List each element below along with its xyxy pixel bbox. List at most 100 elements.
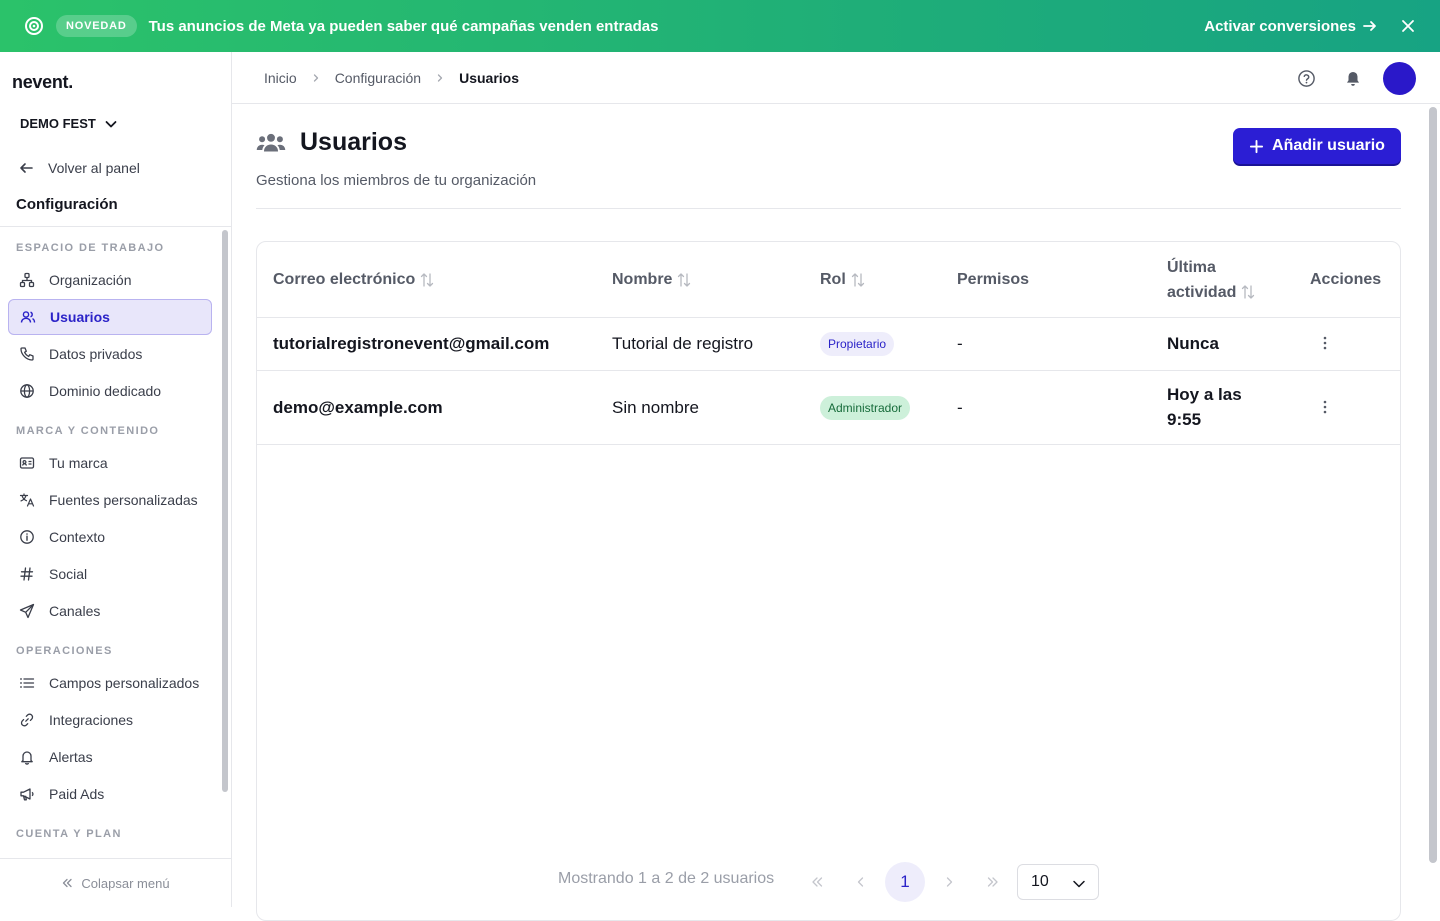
sidebar-item-brand[interactable]: Tu marca — [8, 445, 212, 481]
close-icon[interactable] — [1400, 18, 1416, 34]
next-page-button[interactable] — [929, 862, 969, 902]
new-badge: NOVEDAD — [56, 15, 137, 37]
sidebar-item-label: Tu marca — [49, 455, 108, 471]
sort-arrows-icon[interactable] — [851, 272, 865, 288]
column-header-permissions: Permisos — [957, 242, 1029, 317]
phone-icon — [19, 346, 49, 362]
breadcrumb-home[interactable]: Inicio — [264, 70, 297, 86]
chevron-right-icon — [942, 875, 956, 889]
sidebar-item-alerts[interactable]: Alertas — [8, 739, 212, 775]
column-header-role[interactable]: Rol — [820, 242, 865, 317]
section-label-brand: MARCA Y CONTENIDO — [16, 425, 160, 437]
page-button-current[interactable]: 1 — [885, 862, 925, 902]
arrow-left-icon — [18, 160, 48, 176]
collapse-menu-button[interactable]: Colapsar menú — [0, 858, 231, 907]
column-header-last-activity[interactable]: Última actividad — [1167, 242, 1255, 317]
arrow-right-icon — [1356, 18, 1378, 34]
section-label-operations: OPERACIONES — [16, 645, 113, 657]
globe-icon — [19, 383, 49, 399]
first-page-button[interactable] — [797, 862, 837, 902]
sort-arrows-icon[interactable] — [677, 272, 691, 288]
row-actions-button[interactable] — [1313, 395, 1337, 419]
kebab-icon — [1323, 400, 1327, 414]
info-icon — [19, 529, 49, 545]
users-table: Correo electrónico Nombre Rol Permisos Ú… — [256, 241, 1401, 921]
main-content: Usuarios Gestiona los miembros de tu org… — [232, 104, 1426, 921]
pagination: Mostrando 1 a 2 de 2 usuarios 1 10 — [257, 862, 1400, 902]
page-size-select[interactable]: 10 — [1017, 864, 1099, 900]
sidebar-item-organization[interactable]: Organización — [8, 262, 212, 298]
cta-label: Activar conversiones — [1204, 17, 1356, 35]
sidebar-title: Configuración — [16, 196, 118, 213]
back-to-dashboard-link[interactable]: Volver al panel — [18, 160, 140, 176]
chevrons-left-icon — [810, 875, 824, 889]
sidebar-item-label: Alertas — [49, 749, 93, 765]
sidebar-item-context[interactable]: Contexto — [8, 519, 212, 555]
sidebar-item-label: Usuarios — [50, 309, 110, 325]
sidebar-item-fonts[interactable]: Fuentes personalizadas — [8, 482, 212, 518]
page-scrollbar[interactable] — [1429, 107, 1437, 863]
header-divider — [256, 208, 1401, 209]
sidebar-item-private-data[interactable]: Datos privados — [8, 336, 212, 372]
header-label: Permisos — [957, 271, 1030, 288]
id-card-icon — [19, 455, 49, 471]
sidebar-item-label: Organización — [49, 272, 132, 288]
column-header-email[interactable]: Correo electrónico — [273, 242, 434, 317]
chevron-left-icon — [854, 875, 868, 889]
banner-message: Tus anuncios de Meta ya pueden saber qué… — [148, 17, 659, 35]
sidebar-item-label: Datos privados — [49, 346, 143, 362]
prev-page-button[interactable] — [841, 862, 881, 902]
chevron-right-icon — [435, 73, 445, 83]
org-switcher[interactable]: DEMO FEST — [20, 116, 118, 131]
sidebar-scrollbar[interactable] — [222, 230, 228, 792]
sidebar-item-label: Integraciones — [49, 712, 134, 728]
sidebar-item-channels[interactable]: Canales — [8, 593, 212, 629]
header-label: Acciones — [1310, 271, 1382, 288]
link-icon — [19, 712, 49, 728]
sidebar-item-users[interactable]: Usuarios — [8, 299, 212, 335]
sidebar-item-custom-fields[interactable]: Campos personalizados — [8, 665, 212, 701]
chevron-down-icon — [96, 117, 118, 131]
activate-conversions-link[interactable]: Activar conversiones — [1204, 18, 1378, 35]
sidebar-item-paid-ads[interactable]: Paid Ads — [8, 776, 212, 812]
avatar[interactable] — [1383, 62, 1416, 95]
help-circle-icon[interactable] — [1290, 63, 1322, 95]
add-user-button[interactable]: Añadir usuario — [1233, 128, 1401, 164]
bell-icon[interactable] — [1337, 63, 1369, 95]
column-header-actions: Acciones — [1310, 242, 1381, 317]
sidebar-item-social[interactable]: Social — [8, 556, 212, 592]
back-label: Volver al panel — [48, 160, 140, 176]
chevron-right-icon — [311, 73, 321, 83]
sidebar-item-label: Dominio dedicado — [49, 383, 162, 399]
breadcrumb-current: Usuarios — [459, 69, 519, 86]
header-label: Rol — [820, 271, 846, 288]
chevrons-left-icon — [61, 877, 81, 889]
list-icon — [19, 675, 49, 691]
row-divider — [257, 317, 1400, 318]
breadcrumb-config[interactable]: Configuración — [335, 70, 421, 86]
org-chart-icon — [19, 272, 49, 288]
last-page-button[interactable] — [973, 862, 1013, 902]
column-header-name[interactable]: Nombre — [612, 242, 691, 317]
plus-icon — [1249, 139, 1272, 154]
bell-outline-icon — [19, 749, 49, 765]
sort-arrows-icon[interactable] — [420, 272, 434, 288]
sidebar: nevent. DEMO FEST Volver al panel Config… — [0, 52, 232, 907]
header-label: Última — [1167, 258, 1216, 276]
org-name: DEMO FEST — [20, 116, 96, 131]
target-icon — [24, 16, 56, 36]
chevrons-right-icon — [986, 875, 1000, 889]
sidebar-nav: ESPACIO DE TRABAJO Organización Usuarios… — [0, 227, 231, 857]
sidebar-item-label: Social — [49, 566, 88, 582]
page-subtitle: Gestiona los miembros de tu organización — [256, 172, 537, 189]
collapse-label: Colapsar menú — [81, 875, 170, 891]
pagination-info: Mostrando 1 a 2 de 2 usuarios — [558, 870, 775, 887]
cell-permissions: - — [957, 398, 963, 417]
sidebar-item-integrations[interactable]: Integraciones — [8, 702, 212, 738]
row-actions-button[interactable] — [1313, 331, 1337, 355]
header-label: actividad — [1167, 283, 1237, 301]
cell-last-activity: Nunca — [1167, 334, 1219, 353]
sort-arrows-icon[interactable] — [1241, 284, 1255, 300]
sidebar-item-domain[interactable]: Dominio dedicado — [8, 373, 212, 409]
sidebar-item-label: Canales — [49, 603, 101, 619]
